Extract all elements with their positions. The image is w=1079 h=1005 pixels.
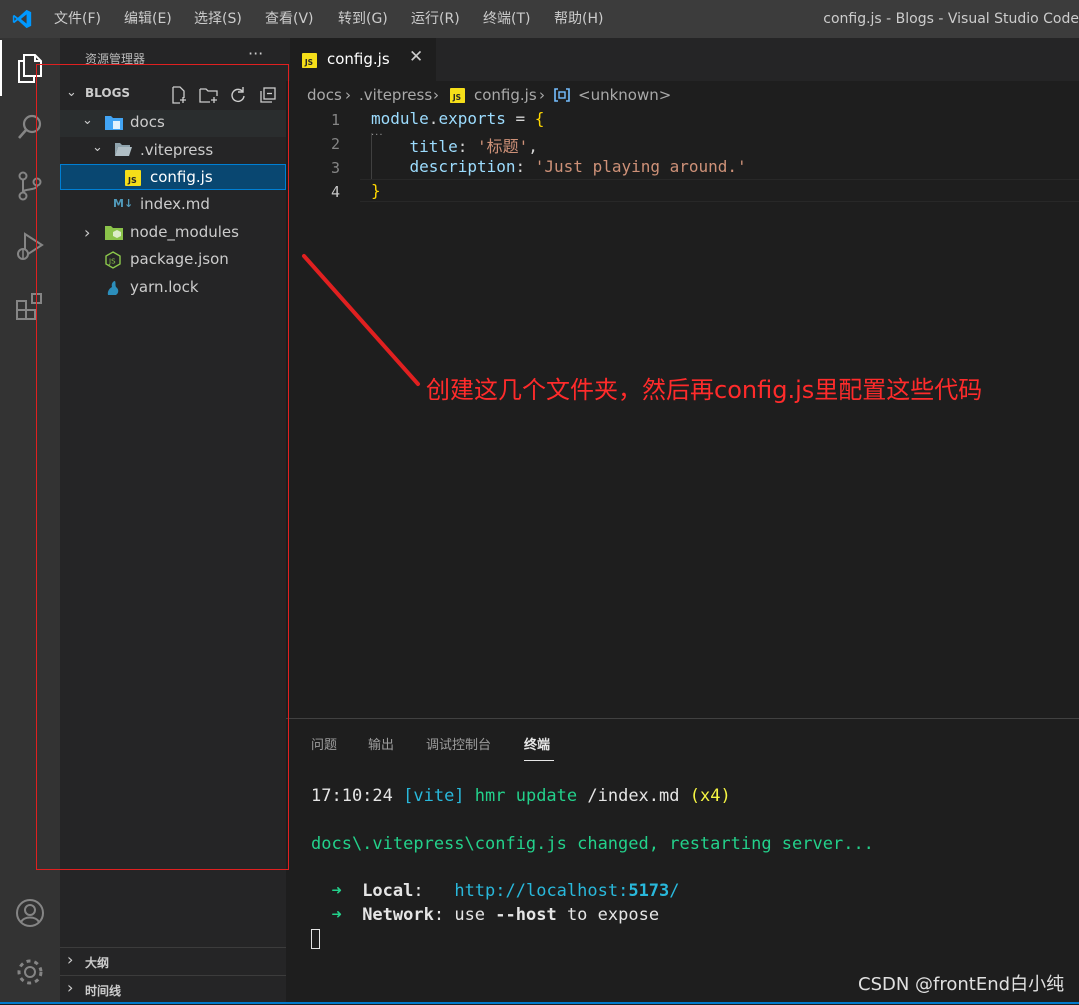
line-number: 3 [330, 159, 340, 177]
menu-file[interactable]: 文件(F) [54, 0, 101, 38]
account-icon[interactable] [0, 885, 60, 941]
line-number: 1 [330, 111, 340, 129]
panel-tab-output[interactable]: 输出 [368, 734, 394, 753]
menu-selection[interactable]: 选择(S) [194, 0, 242, 38]
active-tab-underline [524, 760, 554, 761]
section-divider [60, 975, 286, 976]
js-file-icon: JS [302, 53, 317, 68]
section-outline[interactable]: 大纲 [85, 954, 109, 971]
settings-gear-icon[interactable] [0, 944, 60, 1000]
panel-tab-terminal[interactable]: 终端 [524, 734, 550, 753]
panel-tab-debug-console[interactable]: 调试控制台 [426, 734, 491, 753]
menu-view[interactable]: 查看(V) [265, 0, 314, 38]
terminal-line-1: 17:10:24 [vite] hmr update /index.md (x4… [311, 786, 731, 806]
breadcrumb-vitepress[interactable]: .vitepress [359, 86, 432, 104]
annotation-text: 创建这几个文件夹，然后再config.js里配置这些代码 [426, 376, 983, 404]
breadcrumb-docs[interactable]: docs [307, 86, 342, 104]
menu-go[interactable]: 转到(G) [338, 0, 388, 38]
menu-edit[interactable]: 编辑(E) [124, 0, 172, 38]
vscode-logo-icon [12, 9, 32, 29]
menu-terminal[interactable]: 终端(T) [483, 0, 530, 38]
breadcrumb-separator: › [345, 86, 351, 104]
section-divider [60, 947, 286, 948]
js-file-icon: JS [450, 88, 465, 103]
window-title: config.js - Blogs - Visual Studio Code [823, 11, 1079, 27]
watermark: CSDN @frontEnd白小纯 [858, 974, 1065, 995]
breadcrumb-symbol[interactable]: <unknown> [578, 86, 671, 104]
tab-label[interactable]: config.js [327, 50, 390, 68]
line-number: 2 [330, 135, 340, 153]
code-line-4[interactable]: } [371, 181, 381, 200]
terminal-line-4: ➜ Network: use --host to expose [311, 905, 660, 925]
close-icon[interactable]: ✕ [409, 47, 423, 67]
line-number: 4 [330, 183, 340, 201]
terminal-line-3: ➜ Local: http://localhost:5173/ [311, 881, 680, 901]
annotation-arrow [302, 254, 420, 386]
chevron-right-icon[interactable]: › [67, 978, 73, 997]
svg-text:JS: JS [304, 58, 313, 67]
menu-help[interactable]: 帮助(H) [554, 0, 603, 38]
svg-text:JS: JS [452, 93, 461, 102]
panel-tab-problems[interactable]: 问题 [311, 734, 337, 753]
more-actions-icon[interactable]: ··· [248, 44, 263, 63]
terminal-line-2: docs\.vitepress\config.js changed, resta… [311, 834, 874, 854]
bottom-panel [286, 718, 1079, 1005]
breadcrumb-separator: › [433, 86, 439, 104]
section-timeline[interactable]: 时间线 [85, 982, 121, 999]
menu-run[interactable]: 运行(R) [411, 0, 460, 38]
code-line-1[interactable]: module.exports = { [371, 109, 544, 128]
breadcrumb-separator: › [539, 86, 545, 104]
breadcrumb-config-js[interactable]: config.js [474, 86, 537, 104]
code-line-2[interactable]: title: '标题', [371, 133, 538, 157]
code-line-3[interactable]: description: 'Just playing around.' [371, 157, 747, 176]
current-line-highlight [360, 179, 1079, 202]
terminal-cursor[interactable] [311, 929, 320, 949]
highlight-box [36, 64, 289, 870]
chevron-right-icon[interactable]: › [67, 950, 73, 969]
symbol-object-icon [554, 88, 570, 102]
